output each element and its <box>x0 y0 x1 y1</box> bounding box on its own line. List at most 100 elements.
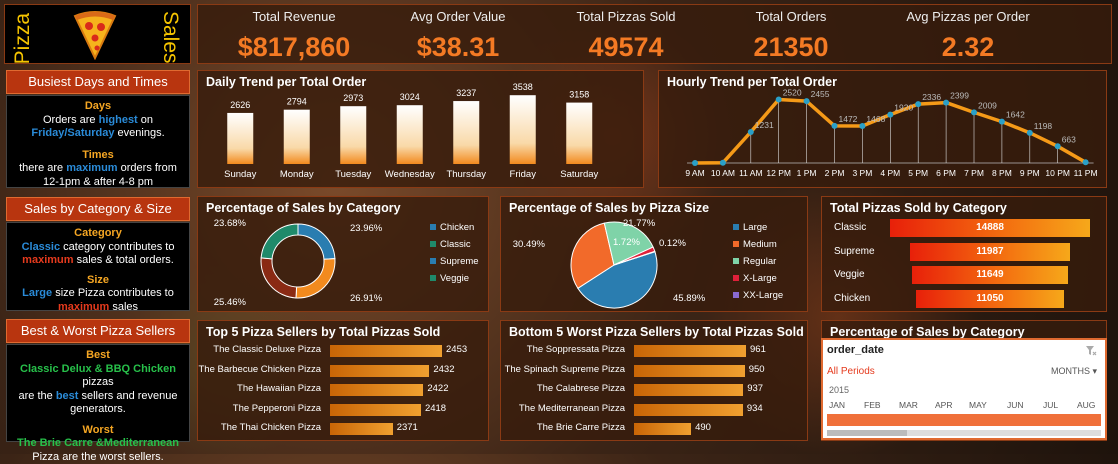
hourly-tick-label: 11 AM <box>739 168 762 178</box>
timeline-slicer[interactable]: order_date All Periods MONTHS ▾ 2015 JAN… <box>821 338 1107 440</box>
hourly-point <box>1027 130 1033 136</box>
busiest-box: Days Orders are highest on Friday/Saturd… <box>6 95 190 188</box>
times-heading: Times <box>7 149 189 163</box>
legend-xxlarge: XX-Large <box>733 290 783 301</box>
days-line-2: Friday/Saturday evenings. <box>7 127 189 141</box>
funnel-bar: 11050 <box>916 290 1064 308</box>
month-label: JUL <box>1043 400 1058 410</box>
category-box: Category Classic category contributes to… <box>6 222 190 311</box>
kpi-avg-order-value: Avg Order Value $38.31 <box>378 9 538 63</box>
bar-value-label: 937 <box>747 383 763 394</box>
hourly-point <box>776 97 782 103</box>
pizza-icon <box>71 10 119 60</box>
logo: Pizza Sales <box>4 4 191 64</box>
best-line-3: generators. <box>7 403 189 417</box>
category-heading: Category <box>7 227 189 241</box>
category-pct-title: Percentage of Sales by Category <box>206 201 401 215</box>
hourly-value-label: 2399 <box>950 91 969 101</box>
hourly-point <box>943 100 949 106</box>
kpi-total-revenue: Total Revenue $817,860 <box>214 9 374 63</box>
daily-category-label: Saturday <box>560 169 598 180</box>
bar <box>634 365 745 377</box>
bar-category-label: The Spinach Supreme Pizza <box>505 364 625 375</box>
bar-value-label: 934 <box>747 403 763 414</box>
category-pct-slice <box>261 258 297 298</box>
daily-bar <box>340 106 366 164</box>
slicer-unit-dropdown[interactable]: MONTHS ▾ <box>1051 366 1097 377</box>
bar <box>330 384 423 396</box>
daily-bar <box>453 101 479 164</box>
daily-value-label: 3538 <box>513 82 533 92</box>
month-label: JAN <box>829 400 845 410</box>
bottom5-panel: Bottom 5 Worst Pizza Sellers by Total Pi… <box>500 320 808 441</box>
kpi-bar: Total Revenue $817,860 Avg Order Value $… <box>197 4 1112 64</box>
kpi-value: $817,860 <box>214 32 374 63</box>
slicer-year: 2015 <box>829 385 849 395</box>
daily-bar <box>566 103 592 164</box>
size-line-1: Large size Pizza contributes to <box>7 287 189 301</box>
bar-value-label: 961 <box>750 344 766 355</box>
bar-category-label: The Hawaiian Pizza <box>237 383 321 394</box>
hourly-tick-label: 10 AM <box>711 168 735 178</box>
hourly-trend-title: Hourly Trend per Total Order <box>667 75 837 89</box>
bar-category-label: The Pepperoni Pizza <box>233 403 321 414</box>
hourly-tick-label: 11 PM <box>1074 168 1098 178</box>
hourly-value-label: 1920 <box>894 103 913 113</box>
timeline-selection-bar[interactable] <box>827 414 1101 426</box>
size-pct-title: Percentage of Sales by Pizza Size <box>509 201 709 215</box>
hourly-tick-label: 8 PM <box>992 168 1012 178</box>
bar-value-label: 2422 <box>427 383 448 394</box>
hourly-tick-label: 9 PM <box>1020 168 1040 178</box>
bar <box>330 404 421 416</box>
kpi-total-pizzas-sold: Total Pizzas Sold 49574 <box>546 9 706 63</box>
category-pct-slice <box>261 224 298 259</box>
month-label: JUN <box>1007 400 1024 410</box>
hourly-value-label: 1642 <box>1006 110 1025 120</box>
hourly-point <box>720 160 726 166</box>
worst-heading: Worst <box>7 424 189 438</box>
hourly-point <box>1083 159 1089 165</box>
hourly-tick-label: 12 PM <box>766 168 791 178</box>
hourly-tick-label: 6 PM <box>936 168 956 178</box>
bar <box>330 345 442 357</box>
hourly-point <box>832 123 838 129</box>
daily-value-label: 2973 <box>343 93 363 103</box>
kpi-total-orders: Total Orders 21350 <box>711 9 871 63</box>
category-pct-data-label: 23.96% <box>350 223 383 234</box>
bar-category-label: The Calabrese Pizza <box>537 383 625 394</box>
month-label: AUG <box>1077 400 1095 410</box>
times-line-1: there are maximum orders from <box>7 162 189 176</box>
hourly-point <box>1055 143 1061 149</box>
clear-filter-icon[interactable] <box>1085 345 1097 357</box>
daily-value-label: 3024 <box>400 92 420 102</box>
legend-classic: Classic <box>430 239 471 250</box>
month-label: FEB <box>864 400 881 410</box>
funnel-bar: 11987 <box>910 243 1071 261</box>
bar-value-label: 2453 <box>446 344 467 355</box>
daily-value-label: 2626 <box>230 100 250 110</box>
kpi-label: Total Orders <box>711 9 871 24</box>
slicer-panel-title: Percentage of Sales by Category <box>830 325 1025 339</box>
busiest-title: Busiest Days and Times <box>6 70 190 94</box>
hourly-value-label: 1198 <box>1034 121 1053 131</box>
daily-category-label: Thursday <box>446 169 486 180</box>
top5-panel: Top 5 Pizza Sellers by Total Pizzas Sold… <box>197 320 489 441</box>
size-pct-panel: Percentage of Sales by Pizza Size 45.89%… <box>500 196 808 312</box>
scrollbar-thumb[interactable] <box>827 430 907 436</box>
kpi-label: Total Pizzas Sold <box>546 9 706 24</box>
hourly-tick-label: 3 PM <box>852 168 872 178</box>
timeline-scrollbar[interactable] <box>827 430 1101 436</box>
funnel-category-label: Classic <box>834 222 866 233</box>
daily-bar <box>284 110 310 164</box>
bar <box>634 423 691 435</box>
daily-category-label: Wednesday <box>385 169 435 180</box>
bar-value-label: 2371 <box>397 422 418 433</box>
legend-medium: Medium <box>733 239 777 250</box>
kpi-avg-pizzas-per-order: Avg Pizzas per Order 2.32 <box>888 9 1048 63</box>
bar <box>634 384 743 396</box>
hourly-tick-label: 10 PM <box>1045 168 1070 178</box>
category-line-2: maximum sales & total orders. <box>7 254 189 268</box>
logo-word-pizza: Pizza <box>11 13 35 64</box>
funnel-category-label: Veggie <box>834 269 865 280</box>
category-line-1: Classic category contributes to <box>7 241 189 255</box>
